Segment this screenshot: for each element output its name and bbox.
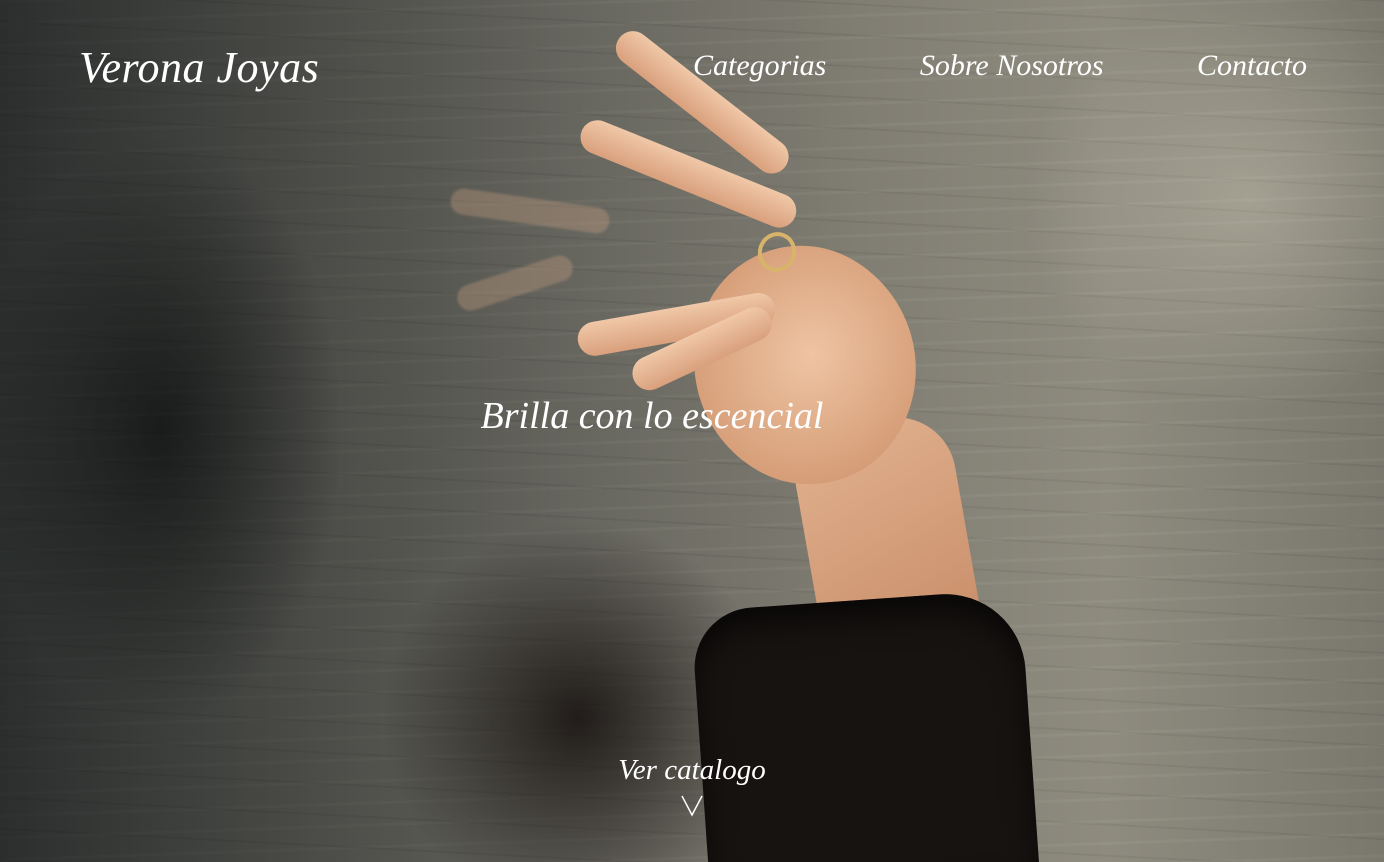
chevron-down-icon — [681, 795, 703, 817]
main-nav: Categorias Sobre Nosotros Contacto — [693, 49, 1307, 83]
nav-link-categorias[interactable]: Categorias — [693, 49, 826, 83]
view-catalog-button[interactable]: Ver catalogo — [0, 754, 1384, 825]
brand-logo[interactable]: Verona Joyas — [79, 42, 319, 93]
nav-link-contacto[interactable]: Contacto — [1197, 49, 1307, 83]
nav-link-sobre-nosotros[interactable]: Sobre Nosotros — [920, 49, 1104, 83]
hero-tagline: Brilla con lo escencial — [480, 395, 824, 437]
view-catalog-label: Ver catalogo — [618, 754, 766, 786]
hero-section: Verona Joyas Categorias Sobre Nosotros C… — [0, 0, 1384, 862]
